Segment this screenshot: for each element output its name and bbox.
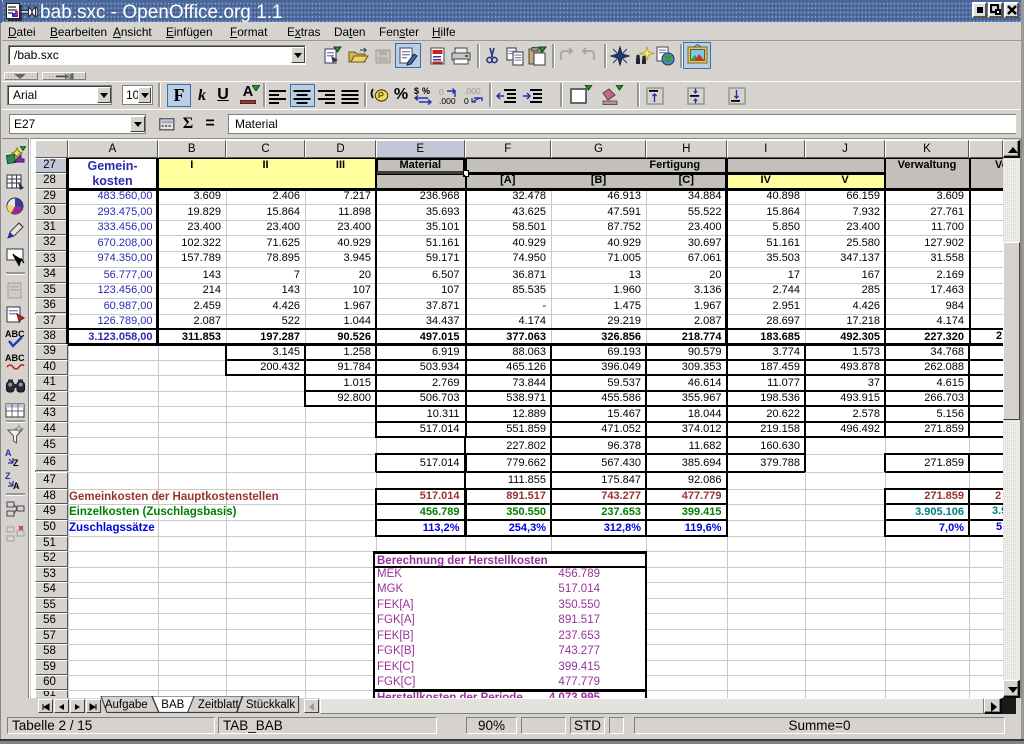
svg-text:$: $ [414, 86, 419, 96]
svg-text:%: % [422, 86, 430, 96]
svg-text:.000: .000 [439, 96, 456, 105]
svg-text:Z: Z [13, 458, 19, 468]
svg-text:0: 0 [464, 96, 469, 105]
svg-text:ABC: ABC [5, 353, 25, 363]
svg-text:.000: .000 [464, 86, 481, 96]
svg-text:Z: Z [5, 471, 11, 481]
svg-text:A: A [13, 481, 20, 491]
svg-text:A: A [5, 448, 12, 458]
